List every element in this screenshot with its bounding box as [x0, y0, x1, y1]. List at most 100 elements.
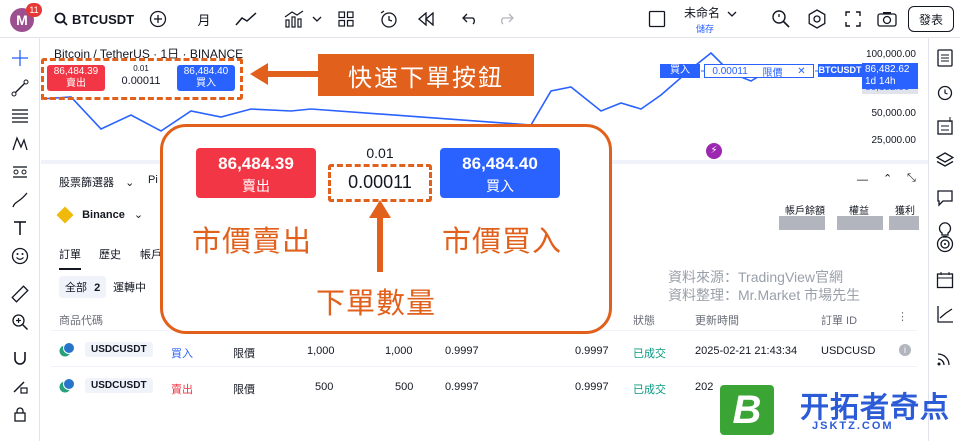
alerts-panel-button[interactable]	[935, 82, 955, 102]
row-time: 2025-02-21 21:43:34	[695, 345, 798, 357]
zoom-tool[interactable]	[10, 312, 30, 332]
tab-history[interactable]: 歷史	[99, 246, 121, 262]
magnet-tool[interactable]	[10, 348, 30, 368]
filter-all-button[interactable]: 全部 2	[59, 276, 107, 298]
replay-button[interactable]	[416, 9, 436, 29]
snapshot-button[interactable]	[876, 9, 898, 29]
measure-tool[interactable]	[10, 284, 30, 304]
pattern-tool[interactable]	[10, 134, 30, 154]
quick-order-highlight	[41, 58, 243, 100]
market-buy-caption: 市價買入	[442, 226, 563, 258]
text-icon	[14, 221, 26, 235]
row-qty: 1,000	[307, 345, 335, 357]
maximize-panel-icon[interactable]: ⌃	[883, 172, 892, 185]
publish-button[interactable]: 發表	[908, 6, 954, 32]
layout-save-status[interactable]: 儲存	[696, 22, 714, 35]
price-level-3: 25,000.00	[871, 135, 917, 146]
table-row[interactable]: USDCUSDT 買入 限價 1,000 1,000 0.9997 0.9997…	[41, 336, 928, 364]
brand-logo: B	[720, 385, 774, 435]
layers-button[interactable]	[935, 150, 955, 170]
fib-tool[interactable]	[10, 106, 30, 126]
stock-screener-tab[interactable]: 股票篩選器 ⌄	[59, 174, 134, 190]
emoji-tool[interactable]	[10, 246, 30, 266]
brush-tool[interactable]	[10, 190, 30, 210]
row-type: 限價	[233, 384, 255, 396]
chevron-down-icon: ⌄	[133, 209, 144, 221]
target-button[interactable]	[935, 234, 955, 254]
order-line-qty: 0.00011	[712, 65, 748, 77]
col-symbol[interactable]: 商品代碼	[59, 312, 103, 328]
row-divider	[51, 366, 917, 367]
pine-editor-tab[interactable]: Pi	[148, 174, 158, 186]
fib-lines-icon	[12, 109, 28, 123]
callout-arrow-shaft	[266, 71, 320, 77]
chats-button[interactable]	[935, 188, 955, 208]
minimize-panel-icon[interactable]: —	[857, 174, 868, 186]
chart-axis-icon	[937, 306, 953, 323]
price-level-1: 100,000.00	[865, 49, 916, 60]
crosshair-tool[interactable]	[10, 48, 30, 68]
compare-button[interactable]	[148, 9, 168, 29]
data-window-button[interactable]	[935, 116, 955, 136]
calendar-button[interactable]	[935, 270, 955, 290]
alert-button[interactable]	[378, 9, 400, 29]
layout-select-box[interactable]	[646, 9, 668, 29]
row-symbol[interactable]: USDCUSDT	[85, 378, 153, 393]
event-flash-icon[interactable]: ⚡	[706, 143, 722, 159]
col-order-id[interactable]: 訂單 ID	[821, 312, 857, 328]
interval-button[interactable]: 月	[192, 9, 216, 29]
layout-name[interactable]: 未命名	[684, 7, 737, 20]
row-status: 已成交	[633, 348, 666, 360]
order-line-side-tag[interactable]: 買入	[660, 64, 700, 78]
order-line-info[interactable]: 0.00011 限價 ✕	[704, 64, 814, 79]
chevron-down-icon	[312, 16, 322, 22]
prediction-tool[interactable]	[10, 162, 30, 182]
col-update-time[interactable]: 更新時間	[695, 312, 739, 328]
watchlist-button[interactable]	[935, 48, 955, 68]
redo-button[interactable]	[496, 9, 516, 29]
row-filled: 1,000	[385, 345, 413, 357]
indicators-dropdown[interactable]	[310, 9, 324, 29]
source-note: 資料來源：TradingView官網 資料整理：Mr.Market 市場先生	[668, 268, 860, 304]
alarm-clock-icon	[380, 10, 397, 28]
chart-type-button[interactable]	[234, 9, 258, 29]
quick-search-button[interactable]	[770, 9, 792, 29]
row-type: 限價	[233, 348, 255, 360]
lock-drawing-tool[interactable]	[10, 376, 30, 396]
fullscreen-button[interactable]	[842, 9, 864, 29]
undo-button[interactable]	[460, 9, 480, 29]
row-symbol[interactable]: USDCUSDT	[85, 342, 153, 357]
tab-orders[interactable]: 訂單	[59, 246, 81, 270]
chat-icon	[937, 190, 953, 207]
zoom-buy-button: 86,484.40 買入	[440, 148, 560, 198]
source-line-2: 資料整理：Mr.Market 市場先生	[668, 287, 861, 303]
price-axis[interactable]: 100,000.00 50,000.00 25,000.00 86,152.00…	[862, 39, 928, 160]
binance-logo-icon	[56, 206, 74, 224]
text-tool[interactable]	[10, 218, 30, 238]
trend-button[interactable]	[935, 304, 955, 324]
account-balance-header: 帳戶餘額	[785, 206, 825, 217]
top-toolbar: M 11 BTCUSDT 月 未命名 儲存 發表	[0, 0, 960, 38]
settings-button[interactable]	[806, 9, 828, 29]
trend-line-tool[interactable]	[10, 78, 30, 98]
column-settings-icon[interactable]: ⋮	[897, 310, 908, 323]
profit-header: 獲利	[895, 206, 915, 217]
symbol-search[interactable]: BTCUSDT	[54, 9, 134, 29]
filter-working-button[interactable]: 運轉中	[113, 279, 146, 295]
list-icon	[937, 49, 953, 67]
symbol-name: BTCUSDT	[72, 11, 135, 27]
tab-account[interactable]: 帳戶	[140, 246, 162, 262]
broker-selector[interactable]: Binance ⌄	[56, 206, 144, 224]
collapse-panel-icon[interactable]: ⤡	[907, 172, 916, 185]
row-side: 賣出	[171, 384, 193, 396]
brand-url: JSKTZ.COM	[812, 420, 894, 432]
close-icon[interactable]: ✕	[797, 66, 805, 77]
stream-button[interactable]	[935, 348, 955, 368]
lock-tool[interactable]	[10, 404, 30, 424]
row-filled: 500	[395, 381, 414, 393]
col-status[interactable]: 狀態	[633, 312, 655, 328]
indicators-button[interactable]	[282, 9, 306, 29]
info-icon[interactable]: i	[899, 344, 911, 356]
templates-button[interactable]	[336, 9, 356, 29]
price-level-2: 50,000.00	[871, 108, 917, 119]
